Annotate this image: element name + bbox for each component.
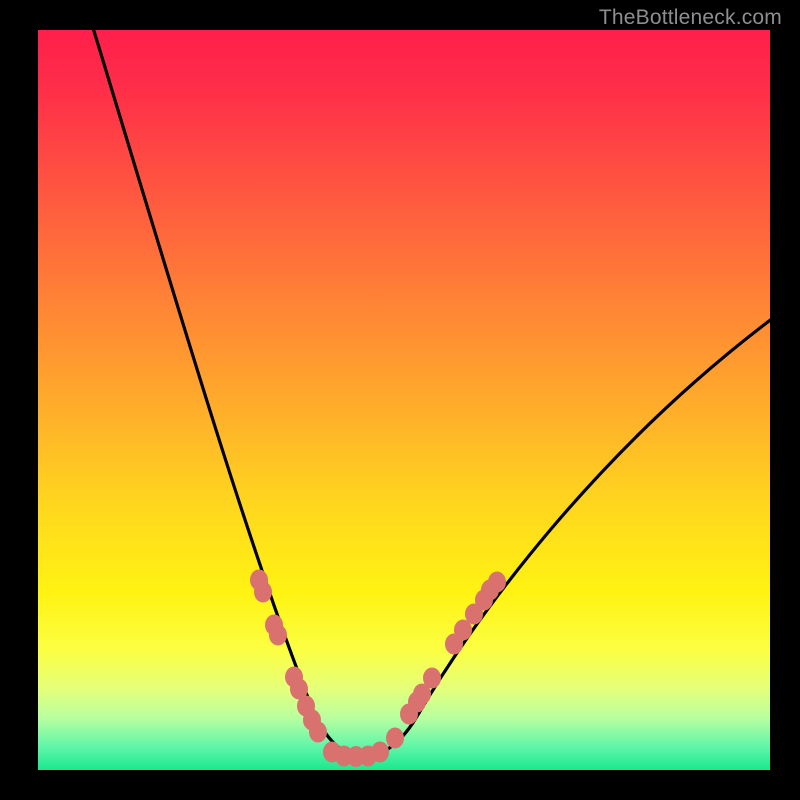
curve-marker [255, 582, 272, 602]
plot-area [38, 30, 770, 770]
curve-marker [424, 668, 441, 688]
curve-marker [372, 742, 389, 762]
curve-marker [310, 722, 327, 742]
curve-marker [270, 625, 287, 645]
marker-group [251, 570, 506, 767]
chart-frame: TheBottleneck.com [0, 0, 800, 800]
curve-layer [38, 30, 770, 770]
v-curve-line [90, 30, 770, 757]
curve-marker [387, 728, 404, 748]
curve-marker [489, 572, 506, 592]
watermark-text: TheBottleneck.com [599, 6, 782, 30]
curve-marker [455, 620, 472, 640]
